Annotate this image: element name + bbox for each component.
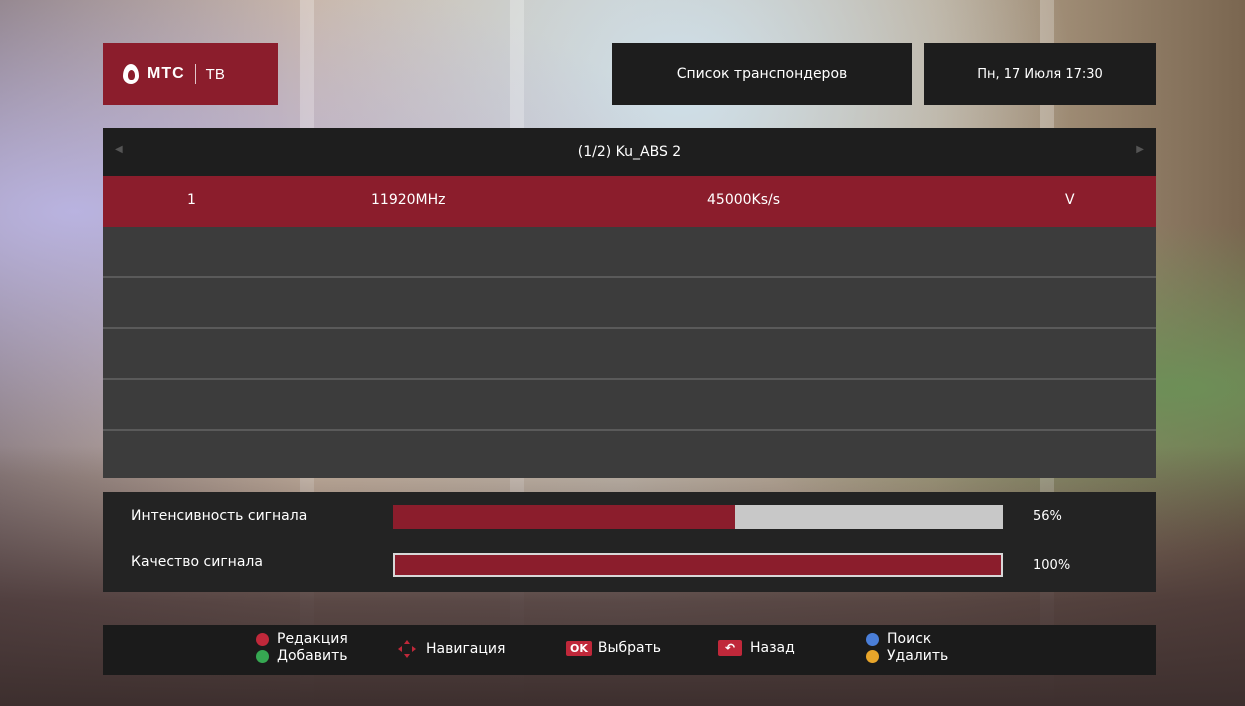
satellite-label: (1/2) Ku_ABS 2 (577, 144, 682, 160)
signal-intensity-value: 56% (1033, 509, 1062, 524)
hint-search[interactable]: Поиск (866, 631, 948, 648)
hint-delete-label: Удалить (887, 648, 949, 664)
hint-select-label: Выбрать (597, 640, 662, 656)
signal-intensity-bar (393, 505, 1003, 529)
transponder-row-empty[interactable] (103, 278, 1156, 329)
blue-key-icon (866, 633, 879, 646)
hint-select[interactable]: OK Выбрать (566, 640, 661, 656)
hint-edit-add: Редакция Добавить (256, 631, 348, 665)
hint-search-label: Поиск (887, 631, 932, 647)
transponder-row-empty[interactable] (103, 329, 1156, 380)
key-hints-bar: Редакция Добавить Навигация OK Выбрать ↶… (103, 625, 1156, 675)
navigation-arrows-icon (398, 640, 416, 658)
date-time: Пн, 17 Июля 17:30 (924, 43, 1156, 105)
signal-quality-value: 100% (1033, 558, 1071, 573)
mts-logo: МТС ТВ (103, 43, 278, 105)
yellow-key-icon (866, 650, 879, 663)
signal-quality-label: Качество сигнала (131, 554, 263, 570)
hint-add-label: Добавить (277, 648, 348, 664)
transponder-row-empty[interactable] (103, 380, 1156, 431)
row-polarization: V (1065, 192, 1075, 208)
back-key-icon: ↶ (718, 640, 742, 656)
transponder-row-empty[interactable] (103, 431, 1156, 480)
arrow-left-icon[interactable]: ◀ (115, 144, 123, 155)
satellite-selector[interactable]: ◀ (1/2) Ku_ABS 2 ▶ (103, 128, 1156, 176)
row-frequency: 11920MHz (371, 192, 446, 208)
transponder-list: ◀ (1/2) Ku_ABS 2 ▶ 1 11920MHz 45000Ks/s … (103, 128, 1156, 478)
hint-back[interactable]: ↶ Назад (718, 640, 795, 656)
hint-add[interactable]: Добавить (256, 648, 348, 665)
signal-panel: Интенсивность сигнала 56% Качество сигна… (103, 492, 1156, 592)
signal-quality-fill (395, 555, 1001, 575)
hint-edit[interactable]: Редакция (256, 631, 348, 648)
hint-navigate[interactable]: Навигация (398, 640, 505, 658)
hint-edit-label: Редакция (277, 631, 348, 647)
red-key-icon (256, 633, 269, 646)
hint-navigate-label: Навигация (426, 641, 506, 657)
hint-back-label: Назад (750, 640, 795, 656)
green-key-icon (256, 650, 269, 663)
signal-quality-bar (393, 553, 1003, 577)
arrow-right-icon[interactable]: ▶ (1136, 144, 1144, 155)
page-title: Список транспондеров (612, 43, 912, 105)
logo-divider (194, 64, 196, 84)
logo-tv-text: ТВ (205, 65, 225, 83)
logo-brand-text: МТС (147, 65, 185, 82)
row-number: 1 (187, 192, 196, 208)
mts-egg-icon (123, 64, 139, 84)
row-symbol-rate: 45000Ks/s (707, 192, 781, 208)
transponder-row[interactable]: 1 11920MHz 45000Ks/s V (103, 176, 1156, 227)
hint-delete[interactable]: Удалить (866, 648, 948, 665)
signal-intensity-label: Интенсивность сигнала (131, 508, 308, 524)
ok-key-icon: OK (566, 640, 592, 656)
signal-intensity-fill (393, 505, 735, 529)
hint-search-delete: Поиск Удалить (866, 631, 948, 665)
transponder-row-empty[interactable] (103, 227, 1156, 278)
